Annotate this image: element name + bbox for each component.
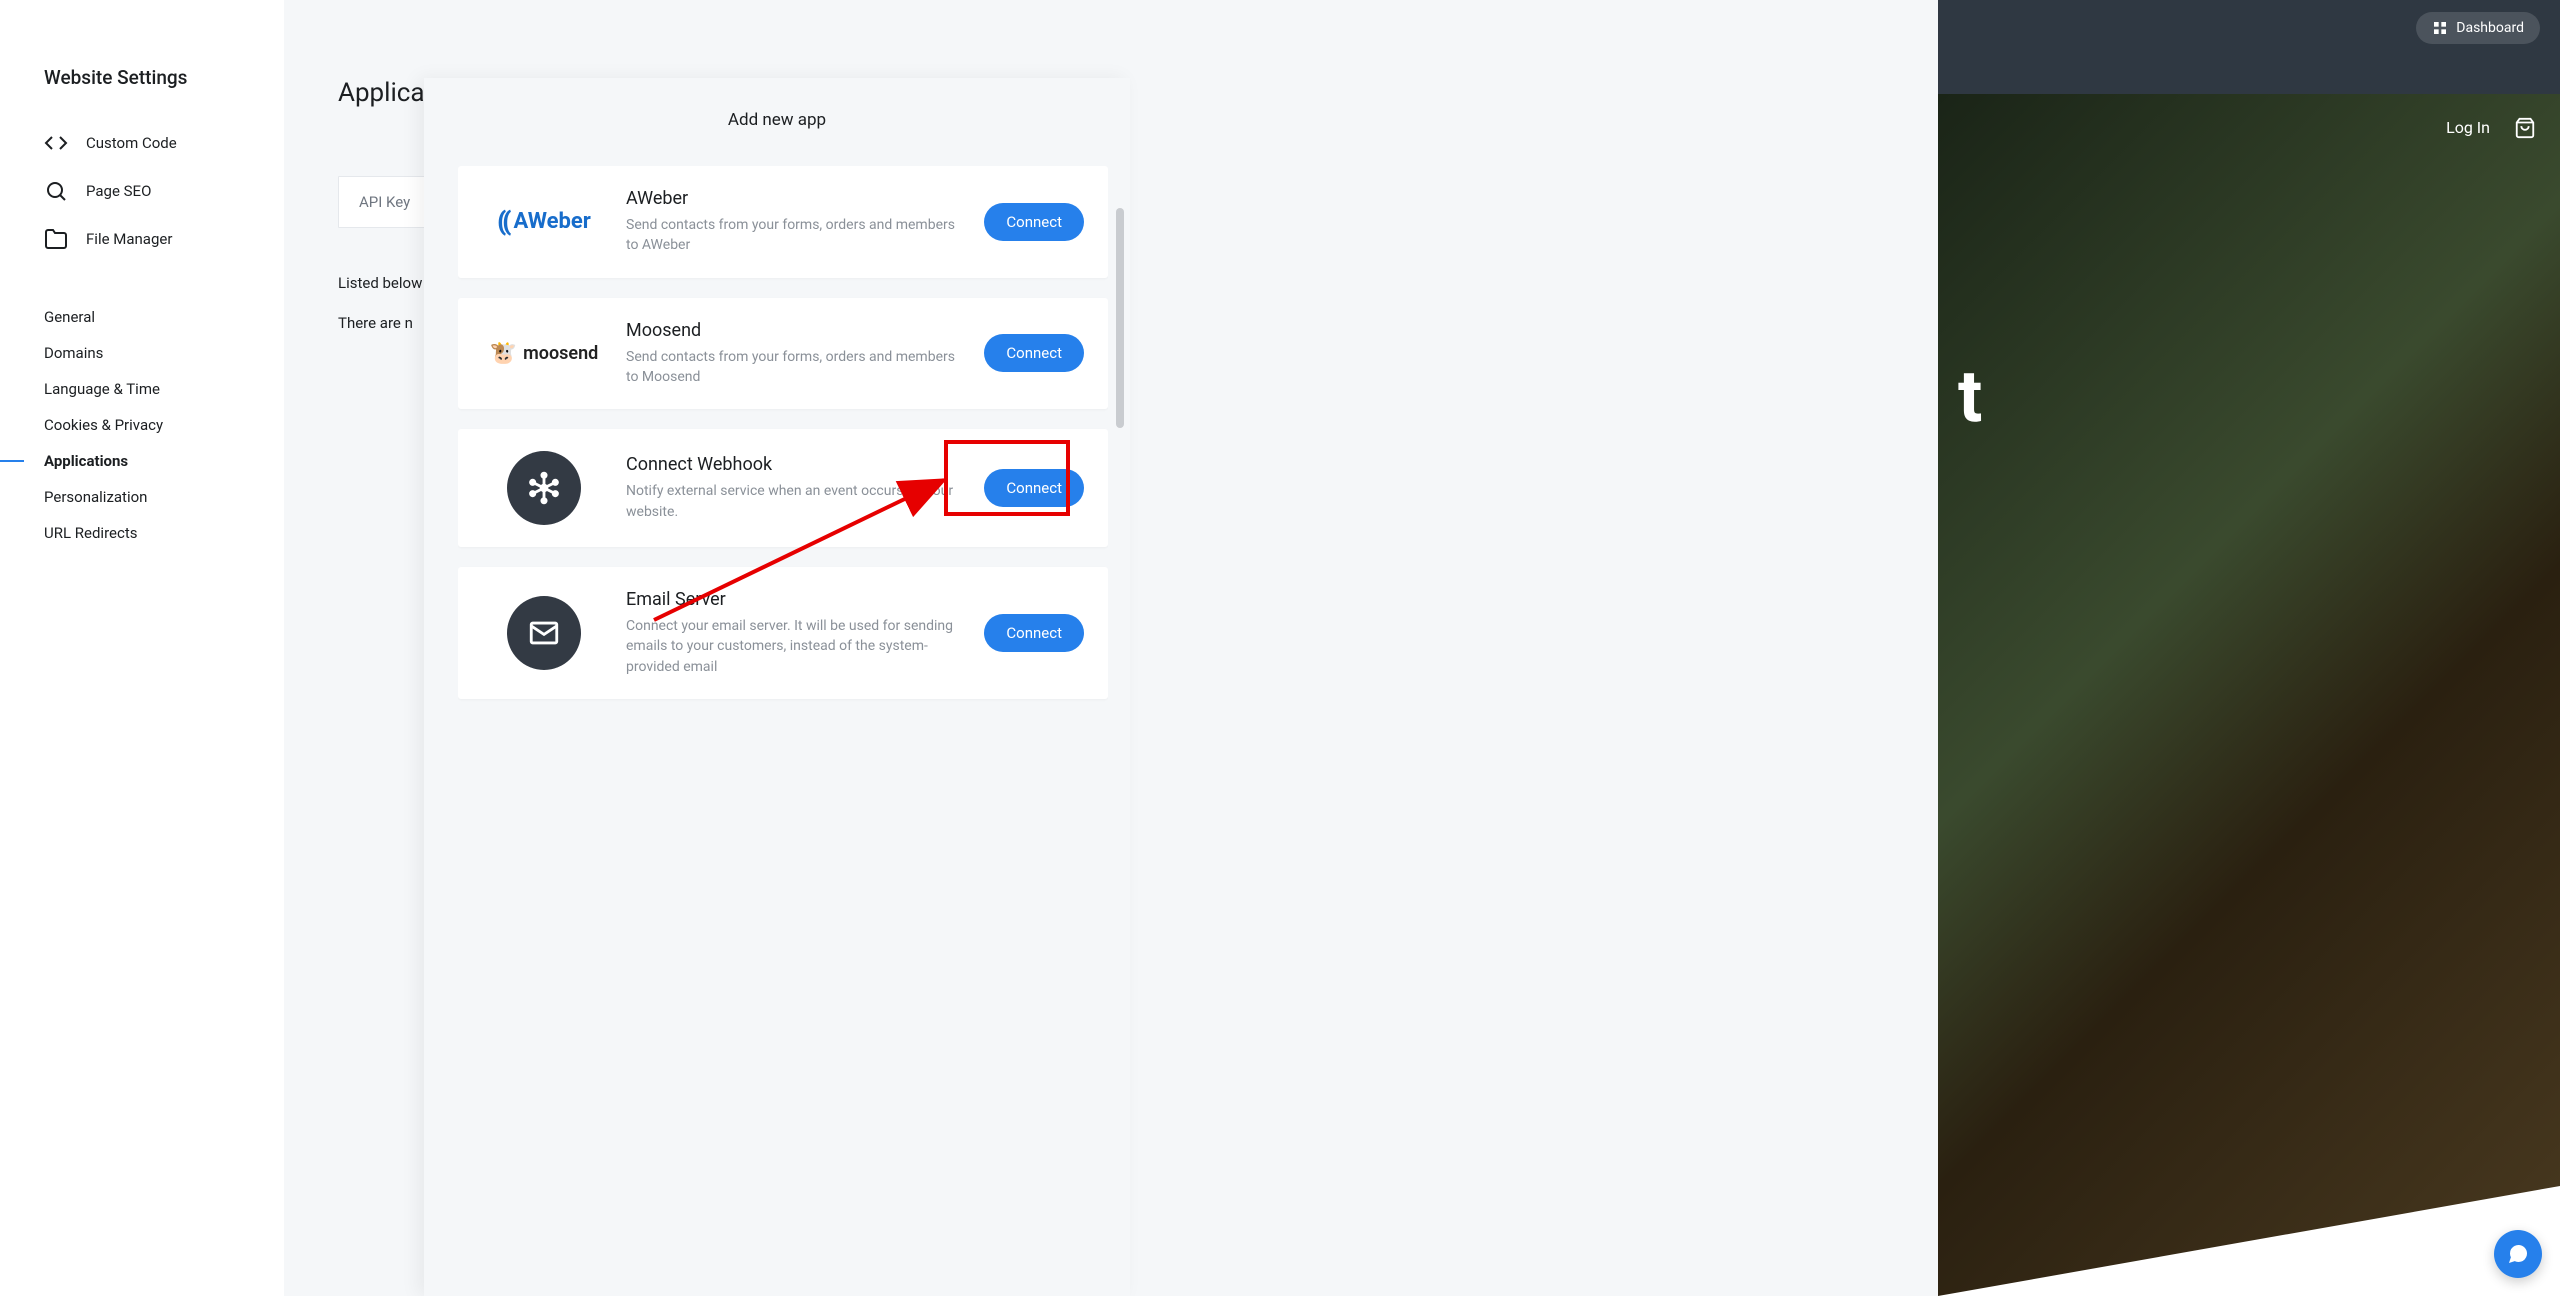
sidebar-nav-language-time[interactable]: Language & Time xyxy=(44,371,240,407)
sidebar-nav-label: Applications xyxy=(44,452,128,470)
connect-button-webhook[interactable]: Connect xyxy=(984,469,1084,507)
app-description: Send contacts from your forms, orders an… xyxy=(626,347,964,388)
sidebar-nav-label: Cookies & Privacy xyxy=(44,416,163,434)
connect-button-email-server[interactable]: Connect xyxy=(984,614,1084,652)
api-key-field-label: API Key xyxy=(338,176,428,228)
add-app-modal: Add new app ((AWeber AWeber Send contact… xyxy=(424,78,1130,1296)
dashboard-button[interactable]: Dashboard xyxy=(2416,12,2540,44)
sidebar-item-label: File Manager xyxy=(86,230,172,248)
sidebar-item-custom-code[interactable]: Custom Code xyxy=(44,119,264,167)
dashboard-icon xyxy=(2432,20,2448,36)
sidebar-item-label: Page SEO xyxy=(86,182,151,200)
sidebar-title: Website Settings xyxy=(0,0,284,113)
email-icon xyxy=(507,596,581,670)
search-icon xyxy=(44,179,68,203)
modal-app-list: ((AWeber AWeber Send contacts from your … xyxy=(458,166,1108,1296)
sidebar-nav-label: General xyxy=(44,308,95,326)
sidebar-nav-url-redirects[interactable]: URL Redirects xyxy=(44,515,240,551)
sidebar-nav-label: Personalization xyxy=(44,488,147,506)
shopping-bag-icon[interactable] xyxy=(2514,116,2536,140)
sidebar-nav-applications[interactable]: Applications xyxy=(44,443,240,479)
sidebar-nav-label: Domains xyxy=(44,344,103,362)
connect-button-aweber[interactable]: Connect xyxy=(984,203,1084,241)
moosend-logo: 🐮moosend xyxy=(482,341,606,366)
app-name: AWeber xyxy=(626,188,964,209)
sidebar-nav-label: URL Redirects xyxy=(44,524,137,542)
hero-heading-fragment: t xyxy=(1958,354,1984,439)
sidebar-nav-personalization[interactable]: Personalization xyxy=(44,479,240,515)
app-name: Connect Webhook xyxy=(626,454,964,475)
folder-icon xyxy=(44,227,68,251)
preview-hero-image: Log In t xyxy=(1938,94,2560,1296)
connect-button-moosend[interactable]: Connect xyxy=(984,334,1084,372)
dashboard-label: Dashboard xyxy=(2456,20,2524,36)
app-card-webhook: Connect Webhook Notify external service … xyxy=(458,429,1108,547)
sidebar-nav-general[interactable]: General xyxy=(44,299,240,335)
code-icon xyxy=(44,131,68,155)
modal-scrollbar[interactable] xyxy=(1116,208,1124,428)
app-card-email-server: Email Server Connect your email server. … xyxy=(458,567,1108,699)
sidebar-nav-label: Language & Time xyxy=(44,380,160,398)
chat-launcher[interactable] xyxy=(2494,1230,2542,1278)
app-name: Email Server xyxy=(626,589,964,610)
sidebar-item-label: Custom Code xyxy=(86,134,177,152)
app-description: Notify external service when an event oc… xyxy=(626,481,964,522)
preview-panel: Dashboard Log In t xyxy=(1938,0,2560,1296)
sidebar-nav-domains[interactable]: Domains xyxy=(44,335,240,371)
modal-title: Add new app xyxy=(458,110,1096,130)
app-card-moosend: 🐮moosend Moosend Send contacts from your… xyxy=(458,298,1108,410)
chat-icon xyxy=(2506,1242,2530,1266)
sidebar-item-page-seo[interactable]: Page SEO xyxy=(44,167,264,215)
app-card-aweber: ((AWeber AWeber Send contacts from your … xyxy=(458,166,1108,278)
sidebar-item-file-manager[interactable]: File Manager xyxy=(44,215,264,263)
app-name: Moosend xyxy=(626,320,964,341)
login-link[interactable]: Log In xyxy=(2446,118,2490,137)
app-description: Connect your email server. It will be us… xyxy=(626,616,964,677)
sidebar: Website Settings Custom Code Page SEO Fi… xyxy=(0,0,284,1296)
webhook-icon xyxy=(507,451,581,525)
aweber-logo: ((AWeber xyxy=(482,207,606,237)
app-description: Send contacts from your forms, orders an… xyxy=(626,215,964,256)
sidebar-nav-cookies-privacy[interactable]: Cookies & Privacy xyxy=(44,407,240,443)
